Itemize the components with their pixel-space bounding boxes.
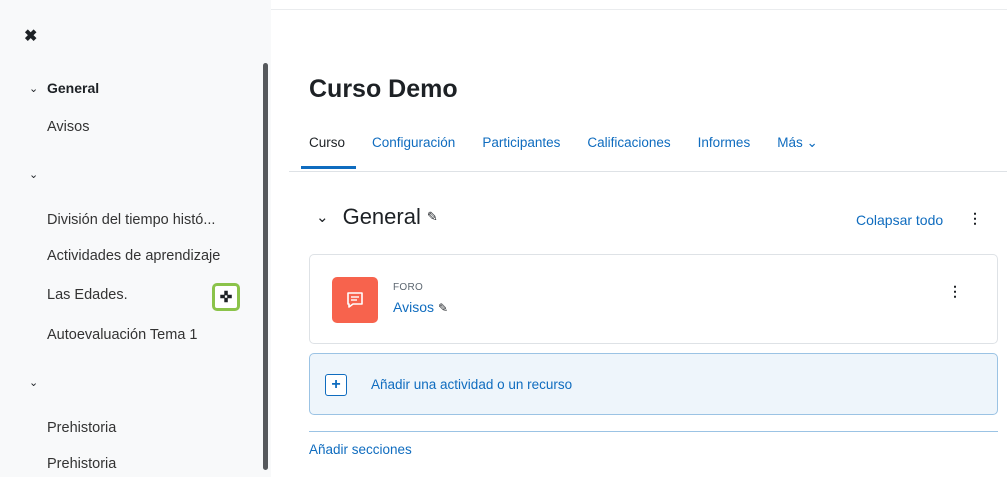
section-menu-kebab-icon[interactable]: ⋮: [968, 211, 982, 225]
collapse-all-link[interactable]: Colapsar todo: [856, 212, 943, 228]
section-title: General: [342, 204, 421, 229]
drawer-item-autoevaluacion[interactable]: Autoevaluación Tema 1: [47, 327, 197, 343]
section-2-toggle[interactable]: ⌄: [29, 168, 43, 181]
course-index-drawer: ✖ ⌄ General Avisos ⌄ División del tiempo…: [0, 0, 271, 477]
add-activity-button[interactable]: + Añadir una actividad o un recurso: [309, 353, 998, 415]
drawer-item-avisos[interactable]: Avisos: [47, 119, 89, 135]
activity-name[interactable]: Avisos ✎: [393, 299, 448, 315]
page-title: Curso Demo: [309, 75, 458, 103]
activity-type-label: FORO: [393, 282, 424, 293]
tab-participantes[interactable]: Participantes: [482, 135, 560, 151]
drawer-item-division[interactable]: División del tiempo histó...: [47, 212, 215, 228]
tab-mas[interactable]: Más ⌄: [777, 135, 818, 151]
tab-calificaciones[interactable]: Calificaciones: [587, 135, 670, 151]
activity-menu-kebab-icon[interactable]: ⋮: [948, 284, 962, 298]
plus-icon: +: [325, 374, 347, 396]
tab-curso[interactable]: Curso: [300, 135, 357, 169]
tabs-divider: [289, 171, 1007, 172]
chevron-down-icon: ⌄: [29, 82, 39, 95]
drawer-item-actividades[interactable]: Actividades de aprendizaje: [47, 248, 220, 264]
chevron-down-icon[interactable]: ⌄: [316, 208, 329, 226]
section-header-general: ⌄ General ✎: [316, 204, 438, 230]
section-general-toggle[interactable]: ⌄ General: [29, 80, 99, 96]
drawer-scrollbar[interactable]: [263, 63, 268, 470]
activity-name-link[interactable]: Avisos: [393, 299, 434, 315]
tab-configuracion[interactable]: Configuración: [372, 135, 455, 151]
activity-card-forum: FORO Avisos ✎ ⋮: [309, 254, 998, 344]
chevron-down-icon: ⌄: [29, 169, 39, 181]
drawer-item-prehistoria[interactable]: Prehistoria: [47, 420, 116, 436]
header-divider: [271, 9, 1007, 10]
add-sections-divider: [309, 431, 998, 432]
drawer-item-edades[interactable]: Las Edades.: [47, 287, 128, 303]
add-sections-link[interactable]: Añadir secciones: [309, 442, 412, 457]
drawer-item-prehistoria-2[interactable]: Prehistoria: [47, 456, 116, 472]
pencil-icon[interactable]: ✎: [427, 209, 438, 225]
chevron-down-icon: ⌄: [29, 377, 39, 389]
section-3-toggle[interactable]: ⌄: [29, 376, 43, 389]
pencil-icon[interactable]: ✎: [438, 301, 448, 315]
close-icon[interactable]: ✖: [24, 26, 37, 46]
forum-icon: [332, 277, 378, 323]
move-plus-icon[interactable]: ✜: [212, 283, 240, 311]
course-tabs: Curso Configuración Participantes Califi…: [300, 135, 845, 169]
add-activity-label: Añadir una actividad o un recurso: [371, 377, 573, 392]
tab-informes[interactable]: Informes: [698, 135, 751, 151]
section-title: General: [47, 80, 100, 96]
